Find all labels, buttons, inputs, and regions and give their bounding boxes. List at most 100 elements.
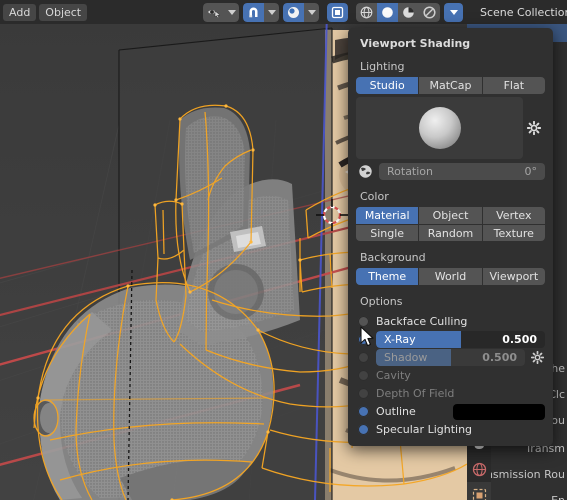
menu-object[interactable]: Object (39, 3, 88, 21)
viewport-shading-popover[interactable]: Viewport Shading Lighting Studio MatCap … (348, 28, 553, 446)
cavity-toggle[interactable] (358, 370, 369, 381)
lighting-flat[interactable]: Flat (482, 77, 545, 94)
visibility-selectability-icon[interactable] (203, 2, 224, 22)
prop-tab-world[interactable] (467, 456, 491, 482)
specular-lighting-label: Specular Lighting (376, 423, 473, 436)
background-section-label: Background (360, 251, 426, 264)
rotation-row: Rotation 0° (356, 163, 545, 180)
shading-dropdown[interactable] (444, 2, 463, 22)
studio-light-preview[interactable] (356, 97, 523, 159)
shading-wireframe[interactable] (356, 2, 377, 22)
color-random[interactable]: Random (419, 224, 483, 241)
viewport-header: Add Object (0, 0, 467, 24)
outliner-title: Scene Collection (480, 5, 567, 19)
option-cavity[interactable]: Cavity (356, 367, 545, 384)
specular-lighting-toggle[interactable] (358, 424, 369, 435)
menu-add[interactable]: Add (3, 3, 37, 21)
gear-icon (530, 351, 544, 364)
mirror-group[interactable] (327, 2, 348, 22)
color-material[interactable]: Material (356, 207, 420, 224)
material-preview-icon (403, 6, 414, 18)
popover-title: Viewport Shading (360, 37, 471, 50)
gear-icon (527, 121, 541, 135)
lighting-section-label: Lighting (360, 60, 405, 73)
visibility-group[interactable] (203, 2, 239, 22)
option-backface-culling[interactable]: Backface Culling (356, 313, 545, 330)
xray-label: X-Ray (384, 333, 416, 346)
depth-of-field-label: Depth Of Field (376, 387, 455, 400)
visibility-dropdown[interactable] (224, 2, 239, 22)
world-space-toggle[interactable] (356, 163, 375, 180)
color-vertex[interactable]: Vertex (482, 207, 545, 224)
shadow-toggle[interactable] (358, 352, 369, 363)
rendered-icon (423, 5, 436, 19)
prop-tab-texture[interactable] (467, 482, 491, 500)
prop-label-emission: En (551, 494, 565, 500)
studio-light-area (356, 97, 545, 159)
snap-magnet-icon[interactable] (243, 2, 264, 22)
option-depth-of-field[interactable]: Depth Of Field (356, 385, 545, 402)
studio-light-sphere (418, 107, 461, 149)
mirror-icon (331, 6, 344, 18)
shadow-slider[interactable]: Shadow 0.500 (376, 349, 525, 366)
chevron-down-icon (267, 9, 276, 15)
chevron-down-icon (227, 9, 236, 15)
cavity-label: Cavity (376, 369, 411, 382)
depth-of-field-toggle[interactable] (358, 388, 369, 399)
snap-dropdown[interactable] (264, 2, 279, 22)
shadow-label: Shadow (384, 351, 428, 364)
xray-slider[interactable]: X-Ray 0.500 (376, 331, 545, 348)
lighting-matcap[interactable]: MatCap (419, 77, 483, 94)
options-section-label: Options (360, 295, 403, 308)
studio-light-settings[interactable] (523, 97, 545, 159)
proportional-dropdown[interactable] (304, 2, 319, 22)
xray-value: 0.500 (502, 333, 537, 346)
lighting-options[interactable]: Studio MatCap Flat (356, 77, 545, 94)
background-world[interactable]: World (419, 268, 483, 285)
background-theme[interactable]: Theme (356, 268, 420, 285)
color-single[interactable]: Single (356, 224, 420, 241)
option-xray[interactable]: X-Ray 0.500 (356, 331, 545, 348)
shading-mode-group[interactable] (356, 2, 440, 22)
proportional-editing-group[interactable] (283, 2, 319, 22)
chevron-down-icon (449, 9, 458, 15)
rotation-label: Rotation (387, 165, 434, 178)
shading-material-preview[interactable] (398, 2, 419, 22)
outline-color-swatch[interactable] (453, 403, 545, 420)
lighting-studio[interactable]: Studio (356, 77, 420, 94)
texture-checker-icon (472, 488, 486, 500)
xray-toggle[interactable] (358, 334, 369, 345)
backface-culling-label: Backface Culling (376, 315, 468, 328)
wireframe-icon (360, 6, 373, 18)
mirror-options-icon[interactable] (327, 2, 348, 22)
background-options[interactable]: Theme World Viewport (356, 268, 545, 285)
rotation-value: 0° (524, 165, 538, 178)
option-outline[interactable]: Outline (356, 403, 545, 420)
shadow-value: 0.500 (482, 351, 517, 364)
eye-cursor-icon (207, 10, 221, 18)
shadow-settings[interactable] (529, 349, 545, 366)
outline-label: Outline (376, 405, 416, 418)
solid-sphere-icon (382, 6, 393, 18)
proportional-editing-icon[interactable] (283, 2, 304, 22)
outliner-header: Scene Collection (467, 0, 567, 24)
color-section-label: Color (360, 190, 389, 203)
shading-rendered[interactable] (419, 2, 440, 22)
background-viewport[interactable]: Viewport (482, 268, 545, 285)
blender-window: Add Object Scene Collection She Clc Rou … (0, 0, 567, 500)
proportional-icon (288, 6, 299, 18)
rotation-field[interactable]: Rotation 0° (379, 163, 545, 180)
color-object[interactable]: Object (419, 207, 483, 224)
backface-culling-toggle[interactable] (358, 316, 369, 327)
option-specular-lighting[interactable]: Specular Lighting (356, 421, 545, 438)
snap-group[interactable] (243, 2, 279, 22)
world-globe-icon (472, 462, 486, 476)
world-globe-icon (359, 165, 372, 178)
option-shadow[interactable]: Shadow 0.500 (356, 349, 545, 366)
color-options[interactable]: Material Object Vertex Single Random Tex… (356, 207, 545, 241)
outline-toggle[interactable] (358, 406, 369, 417)
magnet-icon (249, 7, 258, 17)
chevron-down-icon (307, 9, 316, 15)
shading-solid[interactable] (377, 2, 398, 22)
color-texture[interactable]: Texture (482, 224, 545, 241)
